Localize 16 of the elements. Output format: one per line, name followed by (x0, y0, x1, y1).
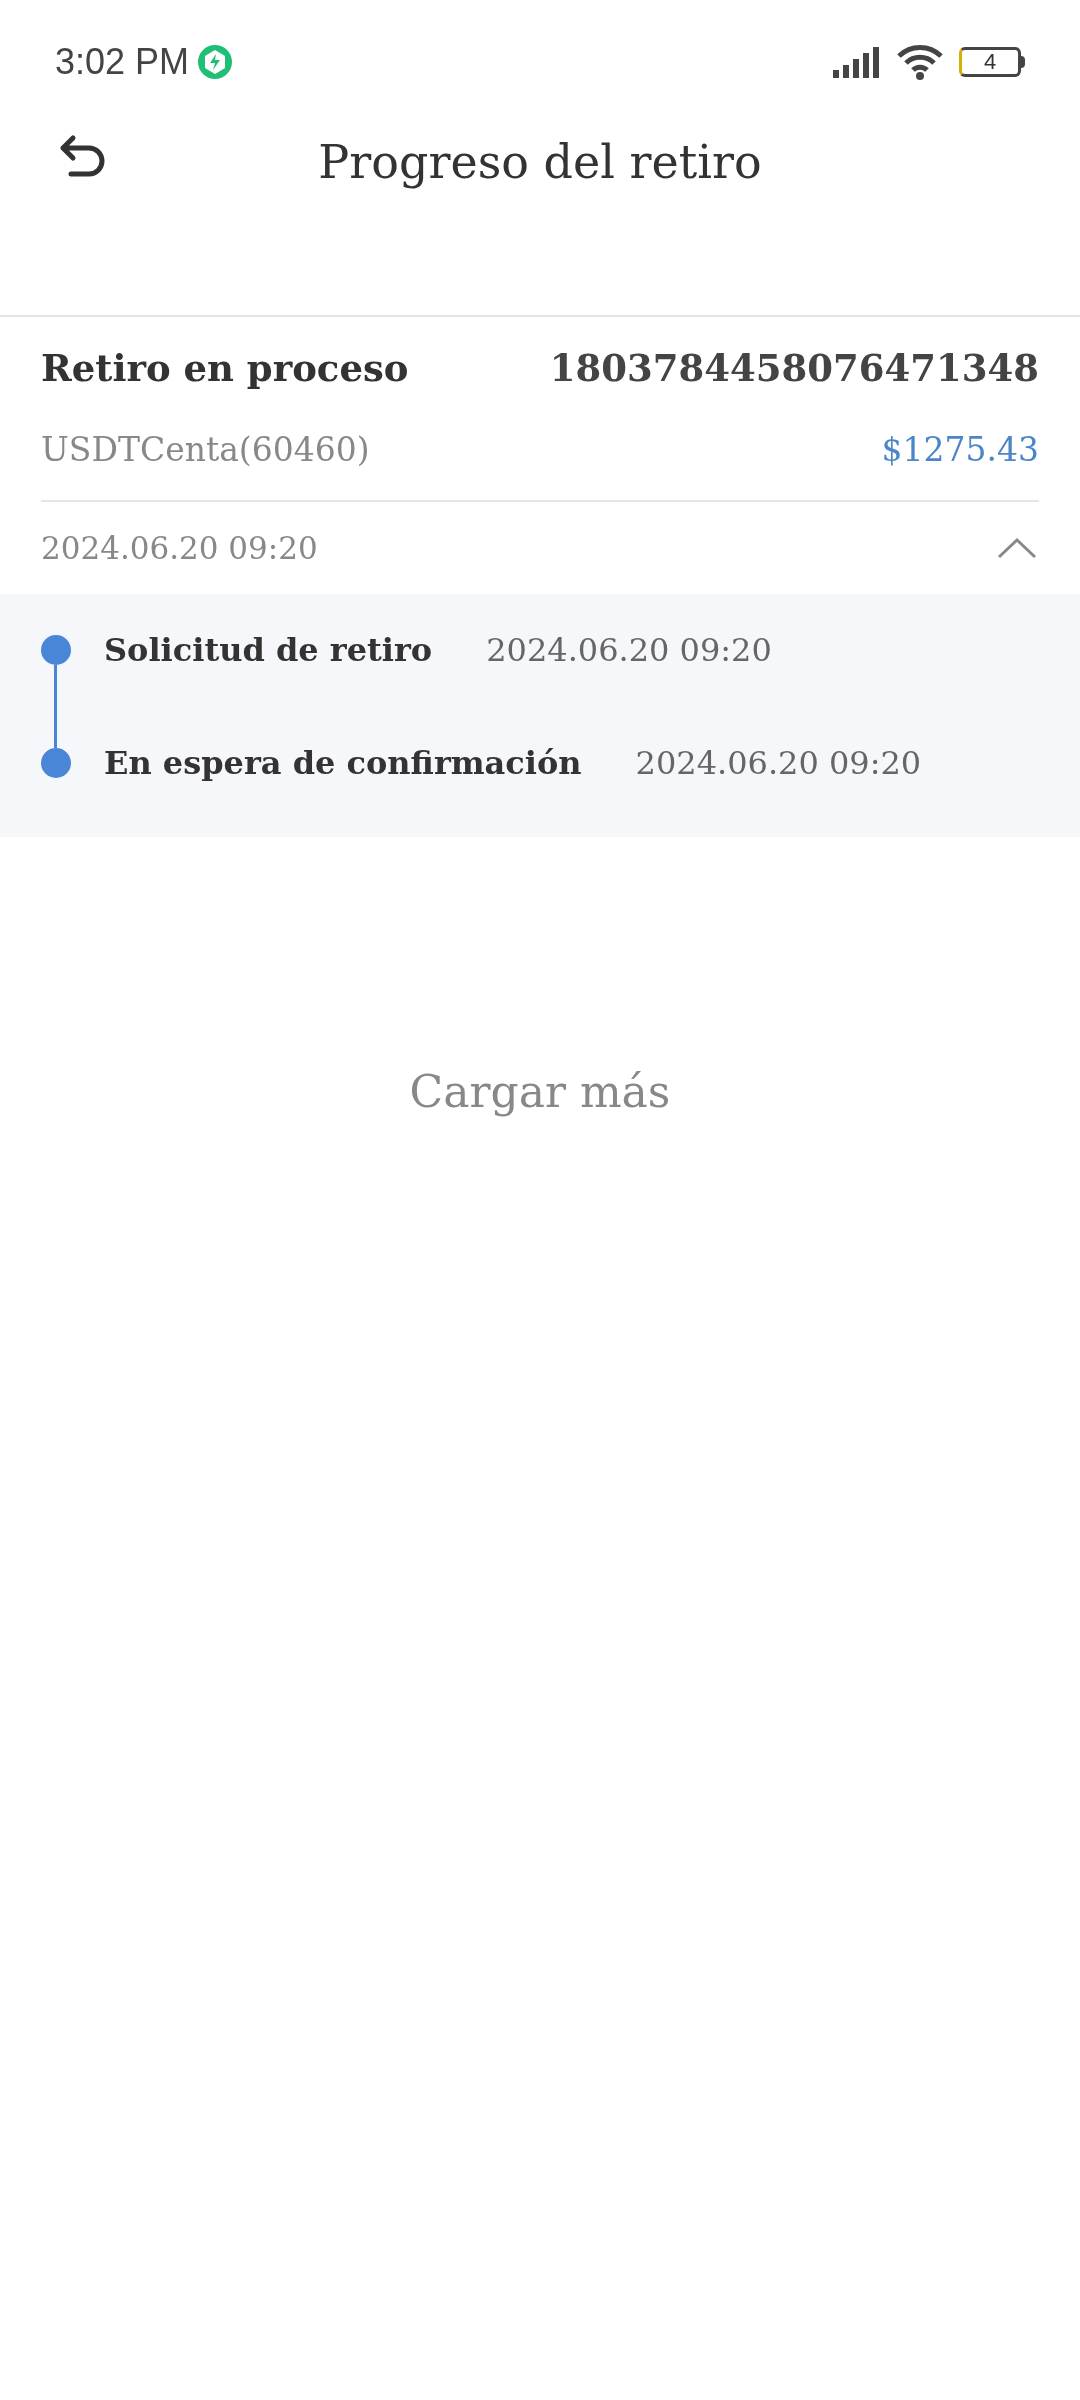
page-title: Progreso del retiro (318, 134, 762, 191)
load-more-button[interactable]: Cargar más (409, 1059, 671, 1125)
step-time: 2024.06.20 09:20 (635, 743, 922, 784)
wifi-icon (897, 44, 943, 80)
chevron-icon (997, 537, 1037, 559)
account-name: USDTCenta(60460) (41, 428, 370, 471)
step-label: Solicitud de retiro (104, 630, 433, 671)
step-time: 2024.06.20 09:20 (486, 630, 772, 671)
step-label: En espera de confirmación (104, 743, 582, 784)
withdrawal-amount: $1275.43 (881, 428, 1039, 471)
withdrawal-status: Retiro en proceso (41, 345, 409, 392)
charging-app-icon (197, 44, 234, 80)
status-time: 3:02 PM (55, 40, 190, 84)
signal-icon (833, 46, 881, 78)
withdrawal-id: 1803784458076471348 (549, 345, 1039, 392)
withdrawal-date: 2024.06.20 09:20 (41, 528, 318, 568)
